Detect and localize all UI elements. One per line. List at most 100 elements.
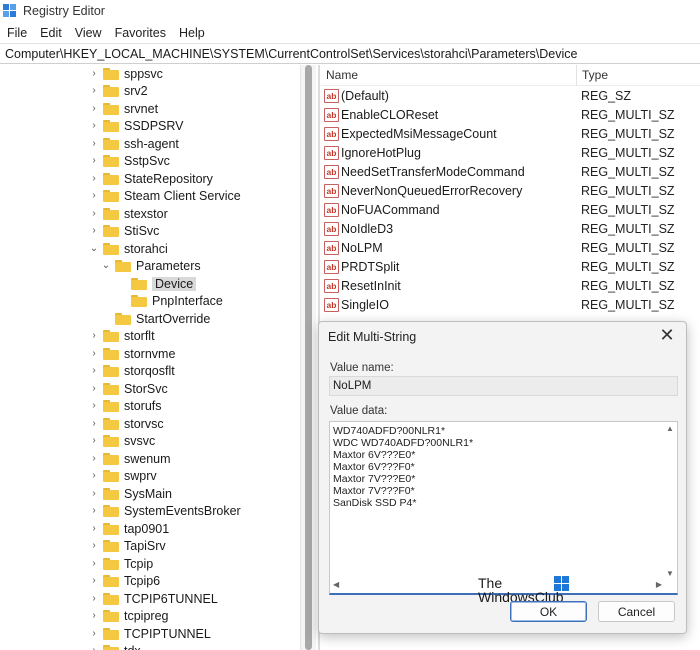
tree-item-systemeventsbroker[interactable]: › SystemEventsBroker [88,502,240,519]
tree-item-storsvc[interactable]: › StorSvc [88,380,167,397]
value-row[interactable]: ab IgnoreHotPlug REG_MULTI_SZ [321,143,700,162]
chevron-right-icon[interactable]: › [88,470,100,481]
chevron-down-icon[interactable]: ⌄ [88,243,100,254]
value-name: NoLPM [341,240,383,255]
value-row[interactable]: ab NoIdleD3 REG_MULTI_SZ [321,219,700,238]
tree-item-sstpsvc[interactable]: › SstpSvc [88,152,170,169]
chevron-right-icon[interactable]: › [88,348,100,359]
textarea-vertical-scrollbar[interactable]: ▲ ▼ [663,422,677,580]
value-row[interactable]: ab NeverNonQueuedErrorRecovery REG_MULTI_S… [321,181,700,200]
chevron-right-icon[interactable]: › [88,593,100,604]
tree-item-staterepository[interactable]: › StateRepository [88,170,213,187]
scroll-right-arrow-icon[interactable]: ▶ [656,580,662,589]
tree-item-srv2[interactable]: › srv2 [88,82,147,99]
scroll-left-arrow-icon[interactable]: ◀ [333,580,339,589]
chevron-right-icon[interactable]: › [88,173,100,184]
chevron-right-icon[interactable]: › [88,523,100,534]
tree-item-tcpip[interactable]: › Tcpip [88,555,153,572]
tree-item-tdx[interactable]: › tdx [88,642,141,650]
value-row[interactable]: ab NoFUACommand REG_MULTI_SZ [321,200,700,219]
tree-item-startoverride[interactable]: StartOverride [100,310,210,327]
chevron-right-icon[interactable]: › [88,558,100,569]
tree-item-ssh-agent[interactable]: › ssh-agent [88,135,179,152]
chevron-right-icon[interactable]: › [88,435,100,446]
chevron-right-icon[interactable]: › [88,225,100,236]
column-header-name[interactable]: Name [321,68,576,82]
tree-item-tcpip6tunnel[interactable]: › TCPIP6TUNNEL [88,590,217,607]
chevron-right-icon[interactable]: › [88,505,100,516]
close-icon[interactable]: ✕ [657,325,677,346]
tree-item-tcpiptunnel[interactable]: › TCPIPTUNNEL [88,625,211,642]
tree-item-storufs[interactable]: › storufs [88,397,161,414]
chevron-right-icon[interactable]: › [88,365,100,376]
chevron-right-icon[interactable]: › [88,400,100,411]
tree-item-stisvc[interactable]: › StiSvc [88,222,159,239]
chevron-right-icon[interactable]: › [88,68,100,79]
tree-item-sppsvc[interactable]: › sppsvc [88,65,163,82]
chevron-right-icon[interactable]: › [88,628,100,639]
chevron-right-icon[interactable]: › [88,575,100,586]
value-row[interactable]: ab (Default) REG_SZ [321,86,700,105]
value-row[interactable]: ab PRDTSplit REG_MULTI_SZ [321,257,700,276]
value-row[interactable]: ab ResetInInit REG_MULTI_SZ [321,276,700,295]
tree-item-label: StartOverride [136,311,211,326]
menu-favorites[interactable]: Favorites [115,26,166,40]
tree-item-swprv[interactable]: › swprv [88,467,156,484]
chevron-right-icon[interactable]: › [88,138,100,149]
chevron-right-icon[interactable]: › [88,120,100,131]
chevron-right-icon[interactable]: › [88,540,100,551]
value-row[interactable]: ab NeedSetTransferModeCommand REG_MULTI_SZ [321,162,700,181]
chevron-right-icon[interactable]: › [88,208,100,219]
textarea-horizontal-scrollbar[interactable]: ◀ ▶ [330,579,665,593]
tree-item-tap0901[interactable]: › tap0901 [88,520,169,537]
tree-item-svsvc[interactable]: › svsvc [88,432,155,449]
chevron-right-icon[interactable]: › [88,645,100,650]
chevron-right-icon[interactable]: › [88,488,100,499]
tree-item-srvnet[interactable]: › srvnet [88,100,158,117]
tree-item-pnpinterface[interactable]: PnpInterface [116,292,223,309]
scroll-up-arrow-icon[interactable]: ▲ [666,424,674,433]
tree-item-tcpipreg[interactable]: › tcpipreg [88,607,168,624]
chevron-down-icon[interactable]: ⌄ [100,260,112,271]
cancel-button[interactable]: Cancel [598,601,675,622]
menu-view[interactable]: View [75,26,102,40]
value-row[interactable]: ab ExpectedMsiMessageCount REG_MULTI_SZ [321,124,700,143]
chevron-right-icon[interactable]: › [88,103,100,114]
tree-item-sysmain[interactable]: › SysMain [88,485,172,502]
address-bar[interactable]: Computer\HKEY_LOCAL_MACHINE\SYSTEM\Curre… [0,43,700,64]
chevron-right-icon[interactable]: › [88,610,100,621]
value-row[interactable]: ab SingleIO REG_MULTI_SZ [321,295,700,314]
ok-button[interactable]: OK [510,601,587,622]
chevron-right-icon[interactable]: › [88,330,100,341]
tree-item-parameters[interactable]: ⌄ Parameters [100,257,201,274]
scrollbar-thumb[interactable] [305,65,312,650]
chevron-right-icon[interactable]: › [88,190,100,201]
tree-item-stexstor[interactable]: › stexstor [88,205,167,222]
tree-item-storflt[interactable]: › storflt [88,327,154,344]
tree-item-storqosflt[interactable]: › storqosflt [88,362,174,379]
value-row[interactable]: ab EnableCLOReset REG_MULTI_SZ [321,105,700,124]
tree-item-stornvme[interactable]: › stornvme [88,345,175,362]
tree-item-ssdpsrv[interactable]: › SSDPSRV [88,117,183,134]
value-data-textarea[interactable]: WD740ADFD?00NLR1* WDC WD740ADFD?00NLR1* … [329,421,678,604]
menu-edit[interactable]: Edit [40,26,62,40]
tree-scrollbar[interactable] [300,65,316,650]
chevron-right-icon[interactable]: › [88,155,100,166]
chevron-right-icon[interactable]: › [88,453,100,464]
tree-item-storahci[interactable]: ⌄ storahci [88,240,168,257]
tree-item-steam-client-service[interactable]: › Steam Client Service [88,187,240,204]
column-header-type[interactable]: Type [576,64,608,86]
chevron-right-icon[interactable]: › [88,383,100,394]
tree-item-tapisrv[interactable]: › TapiSrv [88,537,165,554]
chevron-right-icon[interactable]: › [88,418,100,429]
tree-item-tcpip6[interactable]: › Tcpip6 [88,572,160,589]
menu-file[interactable]: File [7,26,27,40]
chevron-right-icon[interactable]: › [88,85,100,96]
tree-item-storvsc[interactable]: › storvsc [88,415,163,432]
tree-item-label: Tcpip [124,556,154,571]
scroll-down-arrow-icon[interactable]: ▼ [666,569,674,578]
tree-item-device[interactable]: Device [116,275,197,292]
menu-help[interactable]: Help [179,26,205,40]
tree-item-swenum[interactable]: › swenum [88,450,170,467]
value-row[interactable]: ab NoLPM REG_MULTI_SZ [321,238,700,257]
